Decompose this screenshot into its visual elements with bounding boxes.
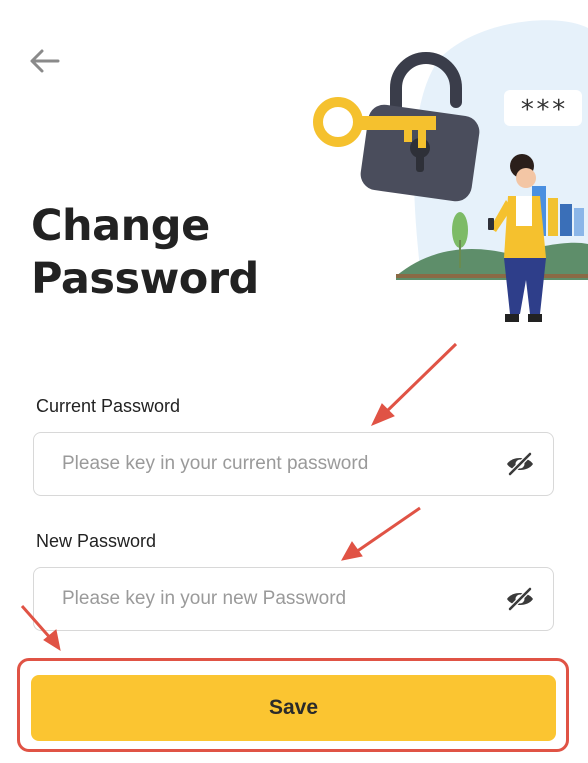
page-title-line1: Change [31,201,210,251]
current-password-visibility-toggle[interactable] [503,447,537,481]
arrow-to-new-password [341,506,421,561]
new-password-field [33,567,554,631]
new-password-visibility-toggle[interactable] [503,582,537,616]
current-password-field [33,432,554,496]
new-password-input[interactable] [62,588,503,610]
new-password-label: New Password [36,531,157,551]
save-button[interactable]: Save [31,675,556,741]
header-illustration: *** [300,18,588,338]
arrow-to-current-password [370,342,458,426]
password-mask-text: *** [520,95,567,125]
back-button[interactable] [28,46,62,76]
page-title-line2: Password [31,254,259,304]
current-password-input[interactable] [62,453,503,475]
page-title: Change Password [31,200,331,306]
eye-off-icon [507,452,533,476]
arrow-left-icon [30,49,60,73]
current-password-label: Current Password [36,396,181,416]
eye-off-icon [507,587,533,611]
